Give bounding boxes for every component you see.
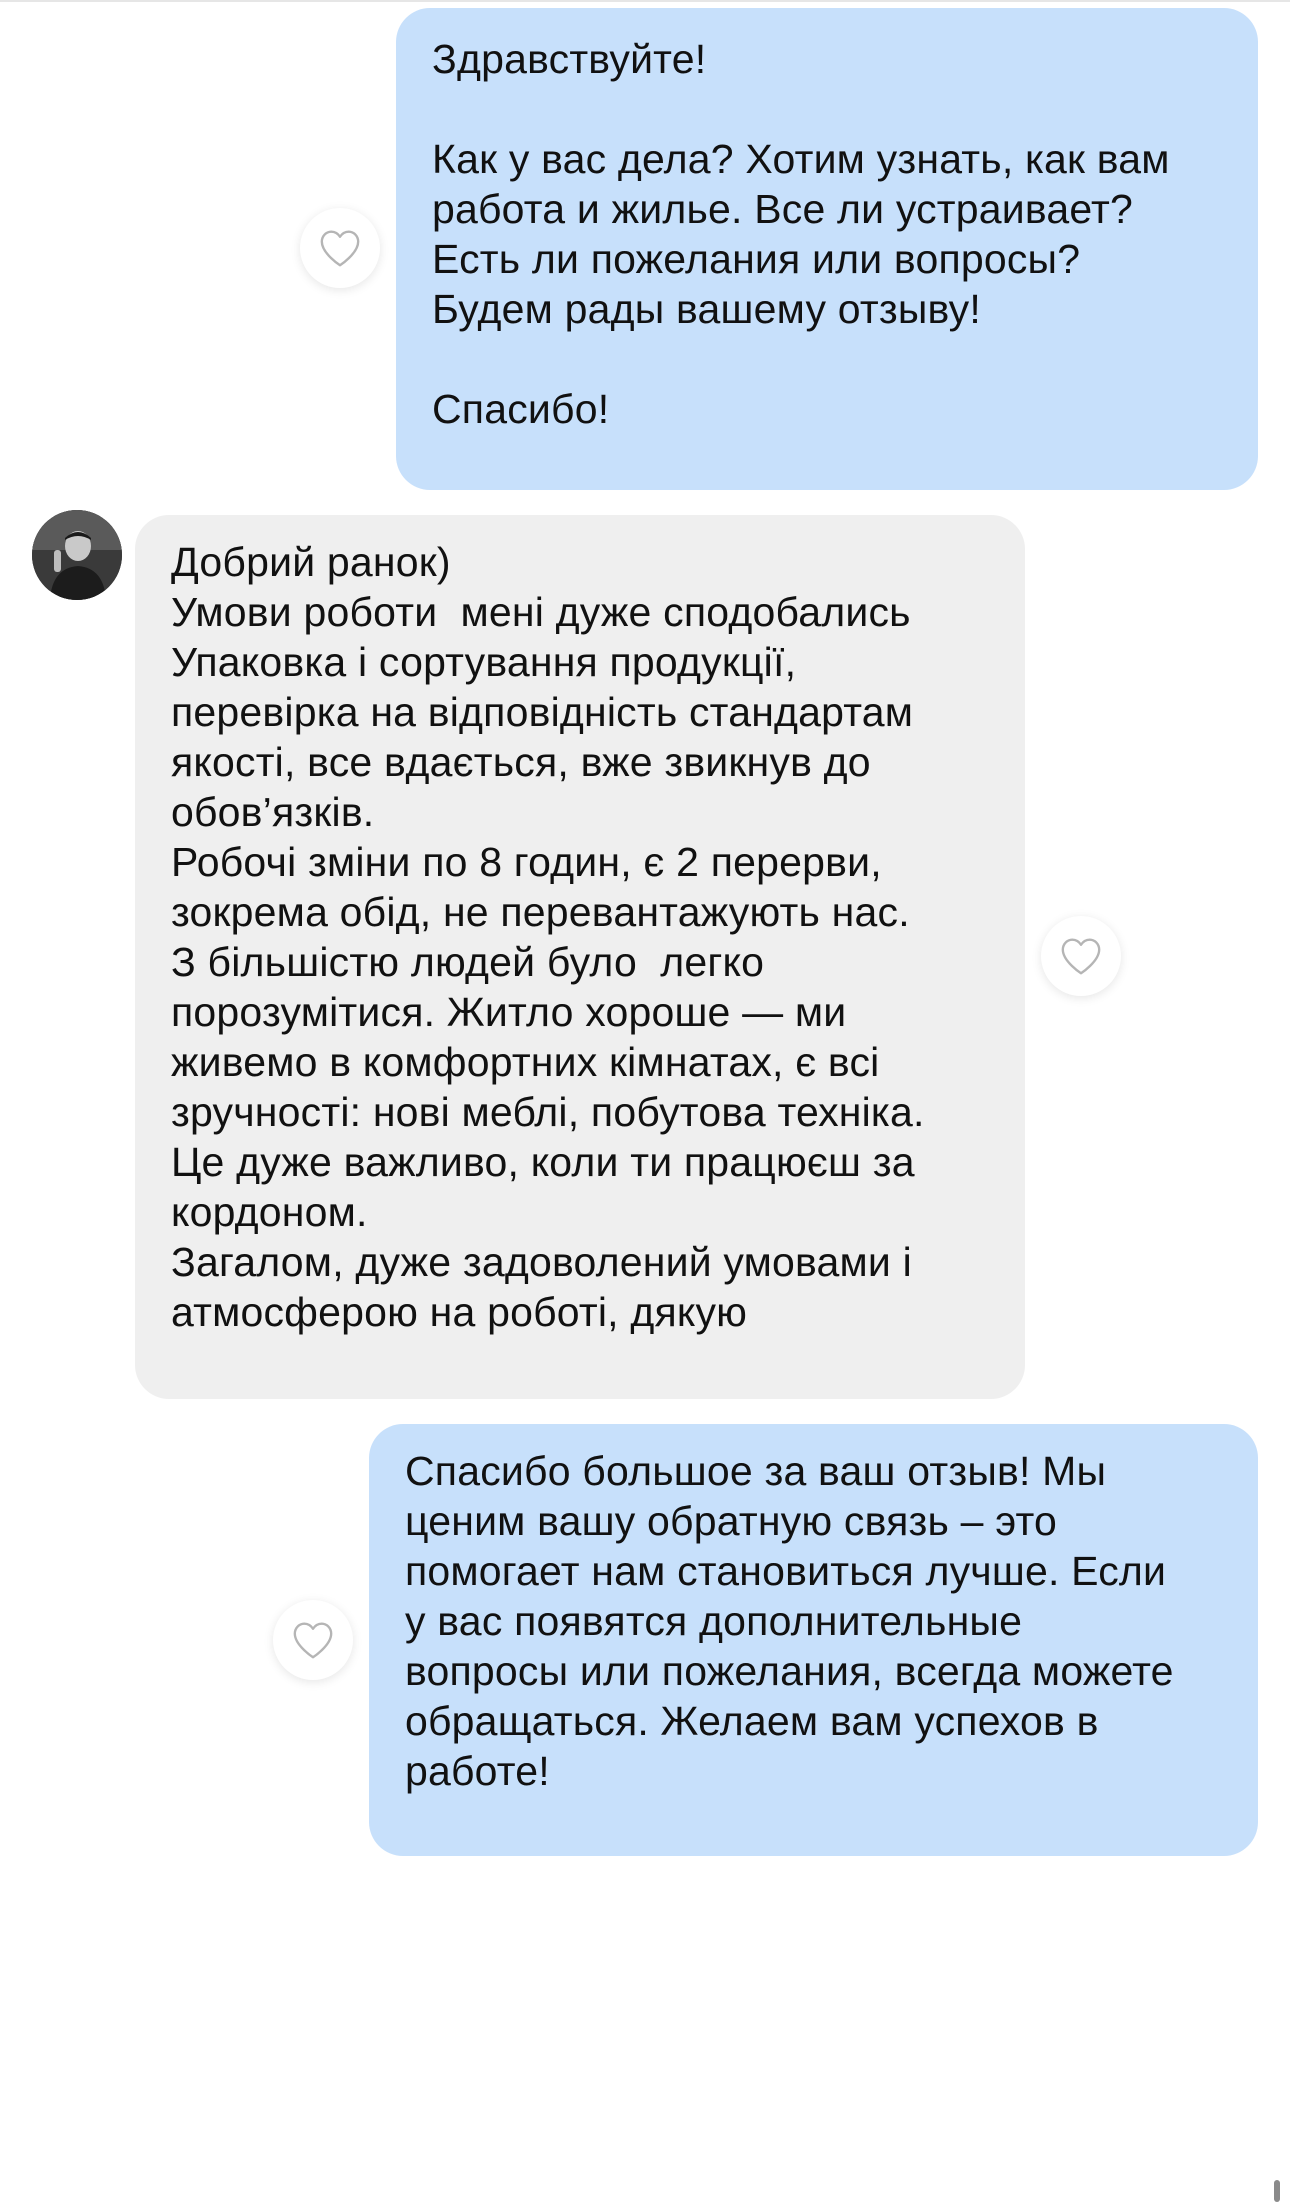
- outgoing-message-bubble[interactable]: Здравствуйте! Как у вас дела? Хотим узна…: [396, 8, 1258, 490]
- like-button[interactable]: [273, 1600, 353, 1680]
- top-divider: [0, 0, 1290, 2]
- user-avatar[interactable]: [32, 510, 122, 600]
- incoming-message-bubble[interactable]: Добрий ранок) Умови роботи мені дуже спо…: [135, 515, 1025, 1399]
- scrollbar[interactable]: [1274, 2180, 1280, 2202]
- heart-outline-icon: [1061, 938, 1101, 975]
- heart-outline-icon: [293, 1622, 333, 1659]
- like-button[interactable]: [300, 208, 380, 288]
- like-button[interactable]: [1041, 916, 1121, 996]
- heart-outline-icon: [320, 230, 360, 267]
- avatar-photo: [32, 510, 122, 600]
- outgoing-message-bubble[interactable]: Спасибо большое за ваш отзыв! Мы ценим в…: [369, 1424, 1258, 1856]
